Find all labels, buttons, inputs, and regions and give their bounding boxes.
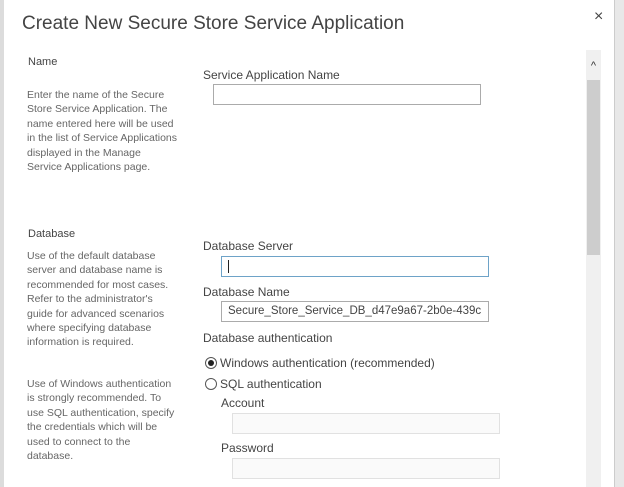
- name-description: Enter the name of the Secure Store Servi…: [27, 89, 177, 174]
- service-application-name-input[interactable]: [213, 84, 481, 105]
- close-icon[interactable]: ×: [594, 8, 603, 26]
- section-heading-name: Name: [28, 56, 58, 68]
- database-description: Use of the default database server and d…: [27, 250, 169, 349]
- scrollbar-thumb[interactable]: [587, 80, 600, 255]
- sql-authentication-radio[interactable]: SQL authentication: [205, 377, 322, 391]
- database-authentication-label: Database authentication: [203, 331, 333, 345]
- radio-selected-icon[interactable]: [205, 357, 217, 369]
- database-server-input[interactable]: [221, 256, 489, 277]
- service-application-name-label: Service Application Name: [203, 68, 340, 82]
- section-heading-database: Database: [28, 228, 76, 240]
- background-page-edge: [0, 0, 4, 487]
- sql-authentication-label: SQL authentication: [220, 377, 322, 391]
- windows-authentication-label: Windows authentication (recommended): [220, 356, 435, 370]
- authentication-description: Use of Windows authentication is strongl…: [27, 378, 175, 463]
- scroll-up-icon[interactable]: ^: [586, 60, 601, 72]
- account-label: Account: [221, 396, 265, 410]
- dialog-title: Create New Secure Store Service Applicat…: [22, 13, 405, 34]
- radio-unselected-icon[interactable]: [205, 378, 217, 390]
- account-input[interactable]: [232, 413, 500, 434]
- windows-authentication-radio[interactable]: Windows authentication (recommended): [205, 356, 435, 370]
- database-name-label: Database Name: [203, 285, 290, 299]
- database-name-input[interactable]: Secure_Store_Service_DB_d47e9a67-2b0e-43…: [221, 301, 489, 322]
- password-input[interactable]: [232, 458, 500, 479]
- password-label: Password: [221, 441, 274, 455]
- scrollbar[interactable]: ^: [586, 50, 601, 487]
- background-page-edge: [614, 0, 624, 487]
- database-server-label: Database Server: [203, 239, 294, 253]
